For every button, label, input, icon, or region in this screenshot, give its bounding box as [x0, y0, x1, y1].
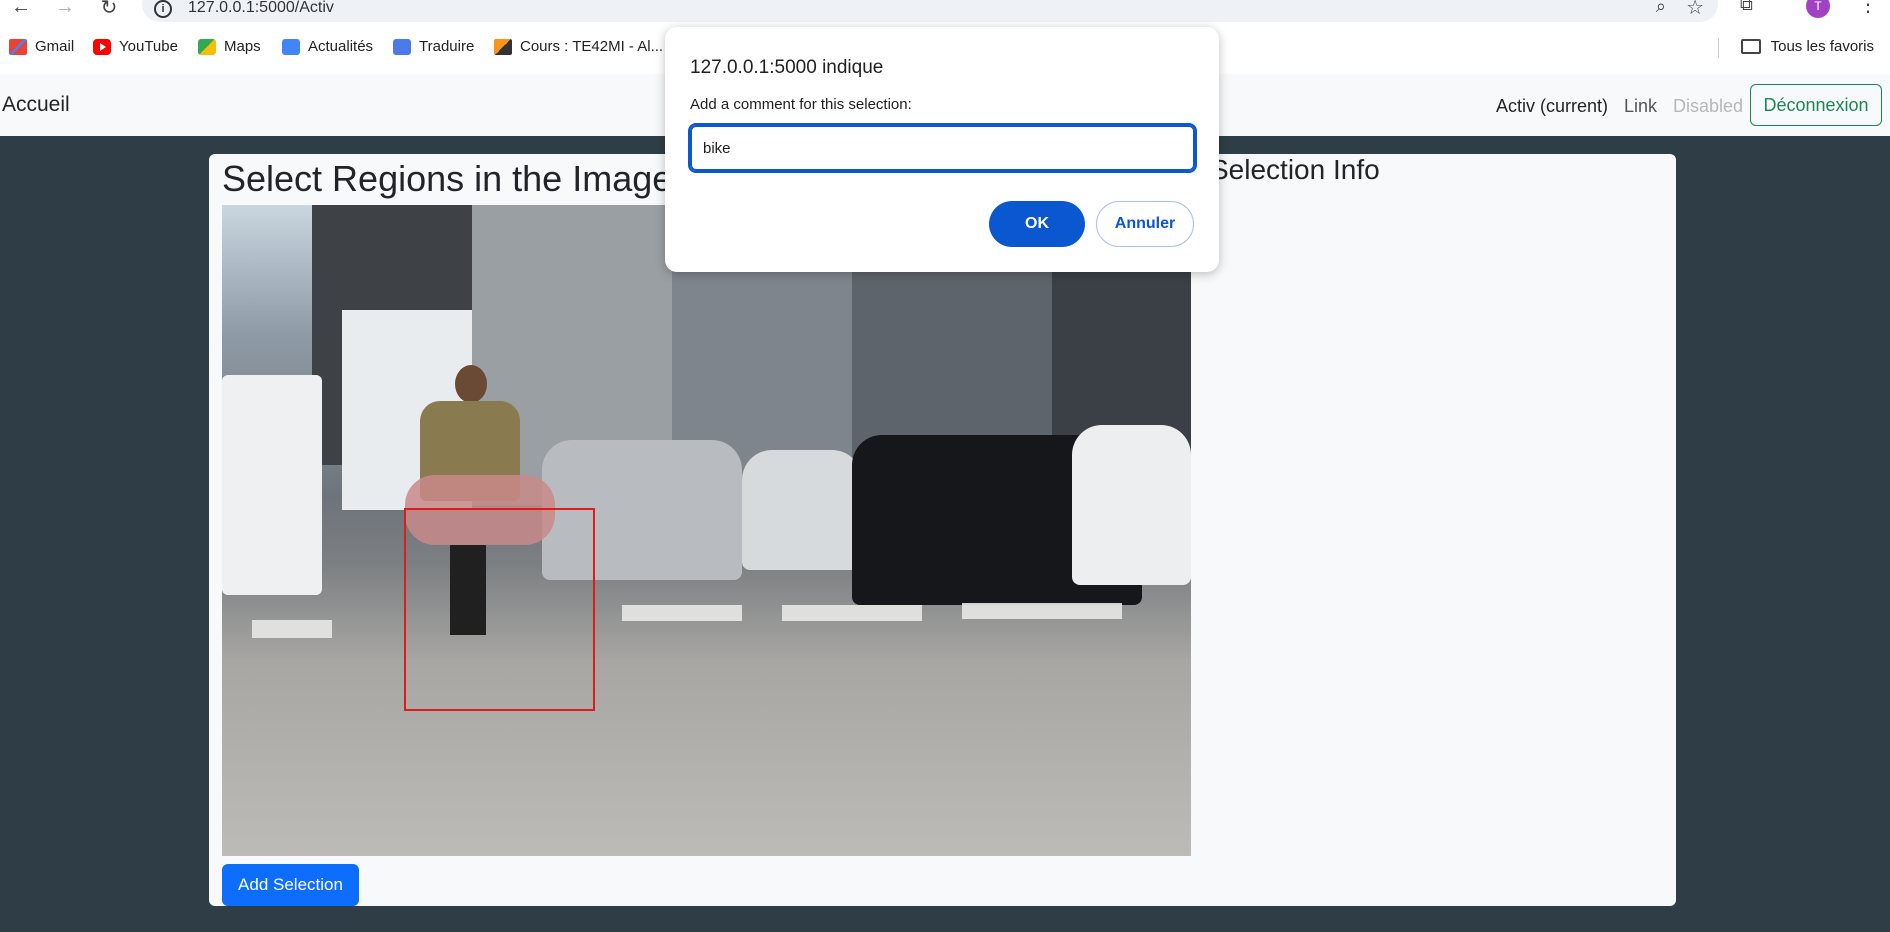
browser-toolbar: ← → ↻ i 127.0.0.1:5000/Activ ⌕ ☆ ⧉ T ⋮ [0, 0, 1890, 22]
extensions-icon[interactable]: ⧉ [1740, 0, 1753, 15]
profile-avatar[interactable]: T [1806, 0, 1830, 18]
address-bar[interactable]: i 127.0.0.1:5000/Activ ⌕ ☆ [142, 0, 1718, 22]
news-icon [282, 38, 300, 55]
bookmark-youtube[interactable]: YouTube [93, 38, 178, 55]
browser-menu-icon[interactable]: ⋮ [1858, 0, 1878, 17]
bookmarks-divider [1718, 38, 1719, 58]
nav-link-activ[interactable]: Activ (current) [1496, 96, 1608, 117]
bookmark-course[interactable]: Cours : TE42MI - Al... [494, 38, 663, 55]
bookmark-label: Cours : TE42MI - Al... [520, 38, 664, 55]
zoom-icon[interactable]: ⌕ [1656, 0, 1666, 17]
ok-button[interactable]: OK [989, 201, 1085, 247]
reload-icon[interactable]: ↻ [96, 0, 122, 20]
maps-icon [198, 38, 216, 55]
translate-icon [393, 38, 411, 55]
brand-link[interactable]: Accueil [2, 93, 70, 117]
folder-icon [1740, 39, 1761, 54]
logout-button[interactable]: Déconnexion [1750, 84, 1882, 126]
page-title: Select Regions in the Image [222, 158, 673, 199]
bookmark-label: YouTube [119, 38, 178, 55]
bookmark-label: Traduire [419, 38, 475, 55]
bookmark-news[interactable]: Actualités [282, 38, 373, 55]
youtube-icon [93, 38, 111, 55]
bookmark-label: Maps [224, 38, 261, 55]
bookmark-maps[interactable]: Maps [198, 38, 261, 55]
forward-icon[interactable]: → [52, 0, 78, 20]
dialog-message: Add a comment for this selection: [690, 96, 912, 113]
site-info-icon[interactable]: i [154, 0, 172, 18]
dialog-title: 127.0.0.1:5000 indique [690, 57, 884, 78]
back-icon[interactable]: ← [8, 0, 34, 20]
bookmark-translate[interactable]: Traduire [393, 38, 474, 55]
prompt-dialog: 127.0.0.1:5000 indique Add a comment for… [665, 27, 1219, 272]
bookmark-star-icon[interactable]: ☆ [1686, 0, 1704, 20]
selection-info-title: Selection Info [1210, 154, 1380, 185]
nav-link-link[interactable]: Link [1624, 96, 1657, 117]
url-text[interactable]: 127.0.0.1:5000/Activ [188, 0, 334, 17]
all-bookmarks-folder[interactable]: Tous les favoris [1740, 38, 1874, 55]
selection-rectangle[interactable] [404, 508, 595, 711]
street-photo[interactable] [222, 205, 1191, 856]
comment-input[interactable] [688, 123, 1197, 173]
bookmark-label: Gmail [35, 38, 75, 55]
nav-link-disabled: Disabled [1673, 96, 1744, 116]
all-bookmarks-label: Tous les favoris [1770, 38, 1874, 55]
course-icon [494, 38, 512, 55]
bookmark-label: Actualités [308, 38, 374, 55]
gmail-icon [9, 38, 27, 55]
bookmark-gmail[interactable]: Gmail [9, 38, 74, 55]
cancel-button[interactable]: Annuler [1096, 201, 1194, 247]
add-selection-button[interactable]: Add Selection [222, 864, 359, 906]
